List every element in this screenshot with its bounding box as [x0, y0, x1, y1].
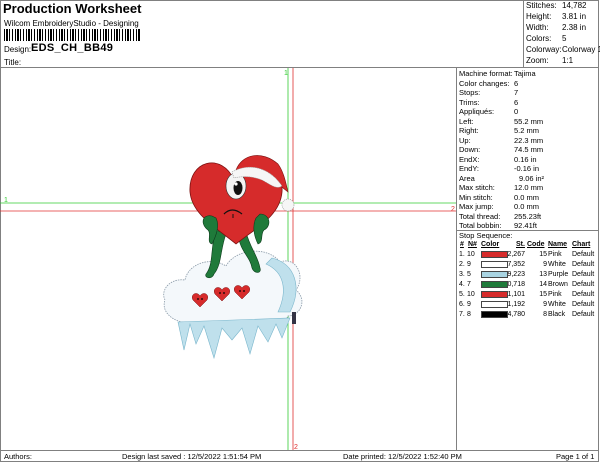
color-swatch — [481, 291, 508, 298]
marker-left: 1 — [4, 197, 8, 204]
stitch-count: 9,223 — [507, 271, 525, 278]
sequence-number: 6. — [459, 301, 465, 308]
cloud-snow — [163, 250, 303, 360]
app-name: Wilcom EmbroideryStudio - Designing — [4, 19, 139, 28]
color-swatch — [481, 251, 508, 258]
page-number: Page 1 of 1 — [556, 452, 595, 461]
sequence-number: 5. — [459, 291, 465, 298]
col-chart: Chart — [572, 241, 591, 248]
thread-chart: Default — [572, 301, 595, 308]
thread-chart: Default — [572, 311, 595, 318]
stitch-count: 7,352 — [507, 261, 525, 268]
sequence-row: 5. 10 11,101 15 Pink Default — [457, 290, 599, 300]
sequence-row: 7. 8 14,780 8 Black Default — [457, 310, 599, 320]
stitch-count: 2,267 — [507, 251, 525, 258]
thread-chart: Default — [572, 271, 595, 278]
needle-number: 9 — [467, 301, 471, 308]
thread-chart: Default — [572, 291, 595, 298]
col-needle: N# — [468, 241, 477, 248]
color-swatch — [481, 281, 508, 288]
col-color: Color — [481, 241, 500, 248]
barcode — [4, 29, 140, 41]
thread-code: 13 — [539, 271, 547, 278]
thread-code: 8 — [543, 311, 547, 318]
needle-number: 10 — [467, 251, 475, 258]
sequence-number: 7. — [459, 311, 465, 318]
sequence-number: 4. — [459, 281, 465, 288]
sequence-table-header: # N# Color St. Code Name Chart — [457, 240, 599, 249]
color-swatch — [481, 311, 508, 318]
sequence-number: 3. — [459, 271, 465, 278]
page-title: Production Worksheet — [3, 1, 142, 16]
needle-number: 10 — [467, 291, 475, 298]
col-code: Code — [527, 241, 545, 248]
needle-number: 5 — [467, 271, 471, 278]
needle-number: 9 — [467, 261, 471, 268]
design-label: Design: — [4, 45, 32, 54]
color-swatch — [481, 271, 508, 278]
thread-name: Pink — [548, 251, 562, 258]
thread-name: Black — [548, 311, 566, 318]
sequence-row: 6. 9 11,192 9 White Default — [457, 300, 599, 310]
design-canvas: 1 1 2 2 — [0, 68, 457, 450]
marker-right: 2 — [451, 206, 455, 213]
sequence-row: 1. 10 2,267 15 Pink Default — [457, 250, 599, 260]
worksheet-header: Production Worksheet Wilcom EmbroiderySt… — [0, 0, 524, 68]
date-printed: Date printed: 12/5/2022 1:52:40 PM — [343, 452, 462, 461]
thread-code: 15 — [539, 251, 547, 258]
design-preview: 1 1 2 2 — [0, 68, 456, 450]
thread-code: 14 — [539, 281, 547, 288]
stop-sequence-heading: Stop Sequence: — [457, 230, 599, 240]
design-name: EDS_CH_BB49 — [31, 42, 114, 54]
worksheet-footer: Authors: Design last saved : 12/5/2022 1… — [0, 450, 599, 462]
col-number: # — [460, 241, 464, 248]
col-name: Name — [548, 241, 568, 248]
sequence-number: 2. — [459, 261, 465, 268]
needle-number: 7 — [467, 281, 471, 288]
thread-name: Purple — [548, 271, 569, 278]
thread-name: Brown — [548, 281, 568, 288]
sequence-number: 1. — [459, 251, 465, 258]
marker-top: 1 — [284, 70, 288, 77]
thread-code: 9 — [543, 261, 547, 268]
thread-code: 15 — [539, 291, 547, 298]
authors-label: Authors: — [4, 452, 32, 461]
color-swatch — [481, 301, 508, 308]
thread-name: White — [548, 301, 566, 308]
col-stitches: St. — [516, 241, 525, 248]
thread-chart: Default — [572, 261, 595, 268]
thread-chart: Default — [572, 251, 595, 258]
color-swatch — [481, 261, 508, 268]
sequence-row: 3. 5 9,223 13 Purple Default — [457, 270, 599, 280]
thread-name: Pink — [548, 291, 562, 298]
needle-number: 8 — [467, 311, 471, 318]
sequence-row: 2. 9 7,352 9 White Default — [457, 260, 599, 270]
thread-chart: Default — [572, 281, 595, 288]
thread-name: White — [548, 261, 566, 268]
sequence-row: 4. 7 10,718 14 Brown Default — [457, 280, 599, 290]
last-saved: Design last saved : 12/5/2022 1:51:54 PM — [122, 452, 262, 461]
thread-code: 9 — [543, 301, 547, 308]
stop-sequence-panel: Stop Sequence: # N# Color St. Code Name … — [457, 0, 599, 450]
title-label: Title: — [4, 58, 22, 67]
